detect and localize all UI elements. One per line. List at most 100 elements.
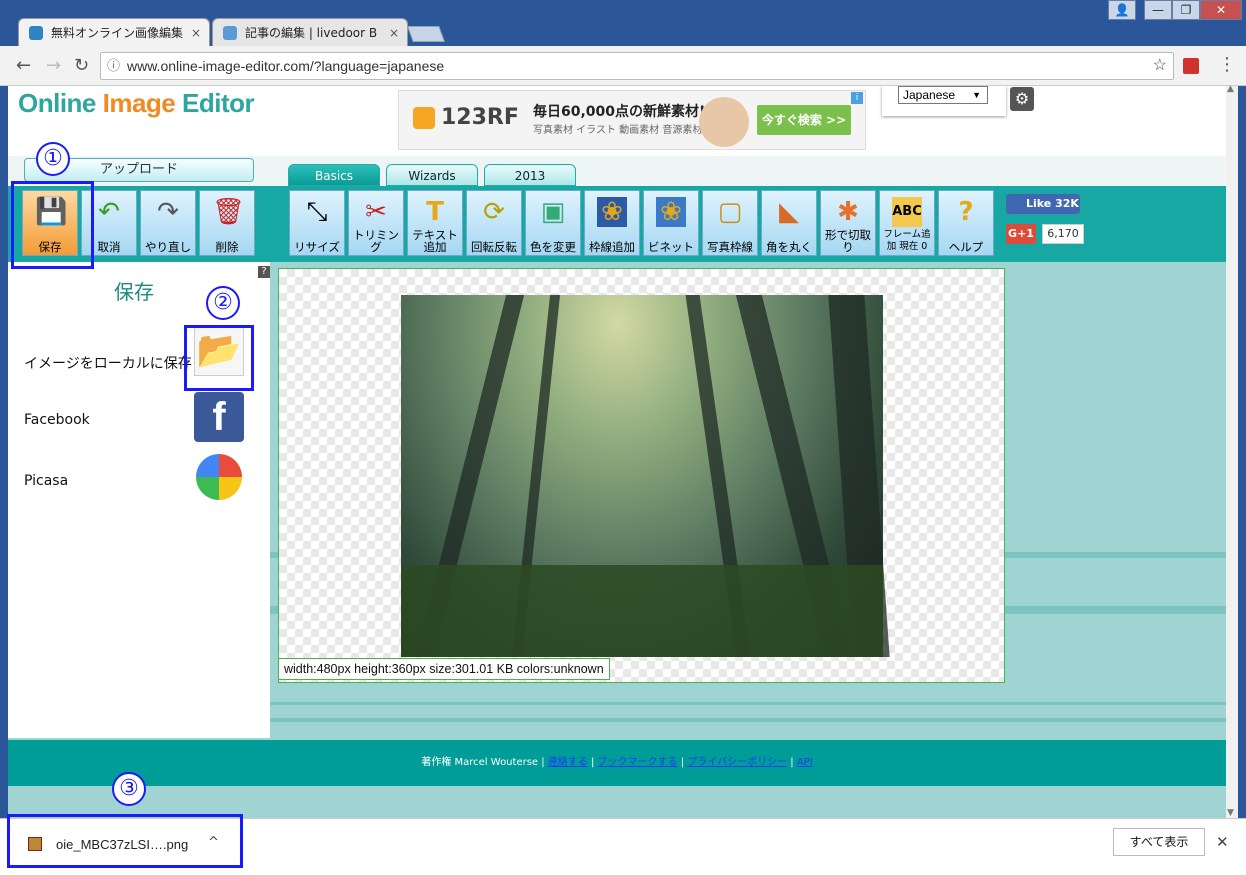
tab-basics[interactable]: Basics xyxy=(288,164,380,186)
image-canvas[interactable]: width:480px height:360px size:301.01 KB … xyxy=(278,268,1005,683)
ad-brand: 123RF xyxy=(441,105,519,130)
site-footer: 著作権 Marcel Wouterse | 連絡する | ブックマークする | … xyxy=(8,740,1226,786)
delete-button[interactable]: 🗑 削除 xyxy=(199,190,255,256)
resize-icon: ⤡ xyxy=(306,197,328,227)
save-panel: ? 保存 イメージをローカルに保存 📂 Facebook f Picasa ◕ xyxy=(8,262,270,738)
close-window-button[interactable]: ✕ xyxy=(1200,0,1242,20)
address-bar-area: ← → ↻ ⓘ www.online-image-editor.com/?lan… xyxy=(0,46,1246,86)
shape-cut-button[interactable]: ✱ 形で切取り xyxy=(820,190,876,256)
redo-icon: ↷ xyxy=(157,197,179,227)
tab-livedoor[interactable]: 記事の編集 | livedoor B × xyxy=(212,18,408,46)
download-filename[interactable]: oie_MBC37zLSI….png xyxy=(56,837,188,852)
maximize-button[interactable]: ❐ xyxy=(1172,0,1200,20)
ad-headline: 毎日60,000点の新鮮素材! xyxy=(533,104,706,120)
privacy-policy-link[interactable]: プライバシーポリシー xyxy=(687,757,787,768)
google-plus-button[interactable]: G+1 xyxy=(1006,224,1036,244)
settings-gear-icon[interactable]: ⚙ xyxy=(1010,87,1034,111)
scroll-up-icon[interactable]: ▲ xyxy=(1227,84,1234,94)
delete-icon: 🗑 xyxy=(212,197,246,227)
undo-button[interactable]: ↶ 取消 xyxy=(81,190,137,256)
rotate-flip-button[interactable]: ⟳ 回転反転 xyxy=(466,190,522,256)
save-button[interactable]: 💾 保存 xyxy=(22,190,78,256)
vignette-button[interactable]: ❀ ビネット xyxy=(643,190,699,256)
info-icon: ⓘ xyxy=(107,58,121,73)
facebook-like-button[interactable]: Like 32K xyxy=(1006,194,1080,214)
resize-button[interactable]: ⤡ リサイズ xyxy=(289,190,345,256)
scissors-icon: ✂ xyxy=(365,197,387,227)
undo-icon: ↶ xyxy=(98,197,120,227)
copyright-text: 著作権 Marcel Wouterse xyxy=(421,757,539,768)
add-text-button[interactable]: T テキスト追加 xyxy=(407,190,463,256)
new-tab-button[interactable] xyxy=(407,26,445,42)
vignette-icon: ❀ xyxy=(656,197,686,227)
text-icon: T xyxy=(426,197,444,227)
tab-label: 無料オンライン画像編集 xyxy=(51,26,184,40)
reload-icon[interactable]: ↻ xyxy=(74,55,89,76)
border-icon: ❀ xyxy=(597,197,627,227)
round-corners-button[interactable]: ◣ 角を丸く xyxy=(761,190,817,256)
favicon-icon xyxy=(223,26,237,40)
tab-wizards[interactable]: Wizards xyxy=(386,164,478,186)
tab-strip: 無料オンライン画像編集 × 記事の編集 | livedoor B × 👤 — ❐… xyxy=(0,0,1246,46)
shape-icon: ✱ xyxy=(837,197,859,227)
picasa-label: Picasa xyxy=(24,473,69,489)
profile-icon[interactable]: 👤 xyxy=(1108,0,1136,20)
add-border-button[interactable]: ❀ 枠線追加 xyxy=(584,190,640,256)
tab-online-image-editor[interactable]: 無料オンライン画像編集 × xyxy=(18,18,210,46)
help-icon: ? xyxy=(958,197,974,227)
floppy-icon: 💾 xyxy=(35,197,68,227)
photo-frame-button[interactable]: ▢ 写真枠線 xyxy=(702,190,758,256)
browser-window: 無料オンライン画像編集 × 記事の編集 | livedoor B × 👤 — ❐… xyxy=(0,0,1246,875)
frame-icon: ▢ xyxy=(717,197,743,227)
redo-button[interactable]: ↷ やり直し xyxy=(140,190,196,256)
image-info-label: width:480px height:360px size:301.01 KB … xyxy=(278,658,610,680)
show-all-button[interactable]: すべて表示 xyxy=(1113,828,1205,856)
page-scrollbar[interactable]: ▲ ▼ xyxy=(1226,84,1238,818)
close-download-bar-icon[interactable]: ✕ xyxy=(1216,833,1229,851)
back-icon[interactable]: ← xyxy=(16,55,31,76)
favicon-icon xyxy=(29,26,43,40)
tab-2013[interactable]: 2013 xyxy=(484,164,576,186)
forward-icon[interactable]: → xyxy=(46,55,61,76)
minimize-button[interactable]: — xyxy=(1144,0,1172,20)
language-select[interactable]: Japanese ▼ xyxy=(898,86,988,104)
advertisement-banner[interactable]: 123RF 毎日60,000点の新鮮素材! 写真素材 イラスト 動画素材 音源素… xyxy=(398,90,866,150)
download-chevron-icon[interactable]: ^ xyxy=(208,835,219,850)
scroll-down-icon[interactable]: ▼ xyxy=(1227,808,1234,818)
abc-icon: ABC xyxy=(892,197,922,227)
close-tab-icon[interactable]: × xyxy=(389,19,399,46)
menu-icon[interactable]: ⋮ xyxy=(1218,54,1236,75)
extension-icon[interactable] xyxy=(1183,58,1199,74)
api-link[interactable]: API xyxy=(797,757,813,768)
ad-info-icon[interactable]: i xyxy=(851,92,863,104)
add-frame-button[interactable]: ABC フレーム追加 現在 0 xyxy=(879,190,935,256)
contact-link[interactable]: 連絡する xyxy=(548,757,588,768)
tab-label: 記事の編集 | livedoor B xyxy=(245,26,378,40)
url-text: www.online-image-editor.com/?language=ja… xyxy=(127,58,445,74)
web-page: Online Image Editor 123RF 毎日60,000点の新鮮素材… xyxy=(8,86,1226,818)
site-logo[interactable]: Online Image Editor xyxy=(18,88,255,119)
ad-photo xyxy=(699,97,749,147)
bookmark-star-icon[interactable]: ☆ xyxy=(1153,53,1167,79)
crop-button[interactable]: ✂ トリミング xyxy=(348,190,404,256)
round-corner-icon: ◣ xyxy=(779,197,799,227)
change-color-button[interactable]: ▣ 色を変更 xyxy=(525,190,581,256)
save-local-folder-icon[interactable]: 📂 xyxy=(194,326,244,376)
facebook-label: Facebook xyxy=(24,412,90,428)
facebook-icon[interactable]: f xyxy=(194,392,244,442)
color-icon: ▣ xyxy=(540,197,566,227)
annotation-2: ② xyxy=(206,286,240,320)
url-input[interactable]: ⓘ www.online-image-editor.com/?language=… xyxy=(100,52,1174,80)
save-local-label: イメージをローカルに保存 xyxy=(24,356,192,372)
ad-logo-icon xyxy=(413,107,435,129)
ad-search-button[interactable]: 今すぐ検索 >> xyxy=(757,105,851,135)
image-file-icon xyxy=(28,837,42,851)
close-tab-icon[interactable]: × xyxy=(191,19,201,46)
annotation-1: ① xyxy=(36,142,70,176)
help-button[interactable]: ? ヘルプ xyxy=(938,190,994,256)
site-header: Online Image Editor 123RF 毎日60,000点の新鮮素材… xyxy=(8,86,1226,156)
bookmark-link[interactable]: ブックマークする xyxy=(598,757,678,768)
forest-photo xyxy=(401,295,890,657)
picasa-icon[interactable]: ◕ xyxy=(196,454,242,500)
google-plus-count: 6,170 xyxy=(1042,224,1084,244)
